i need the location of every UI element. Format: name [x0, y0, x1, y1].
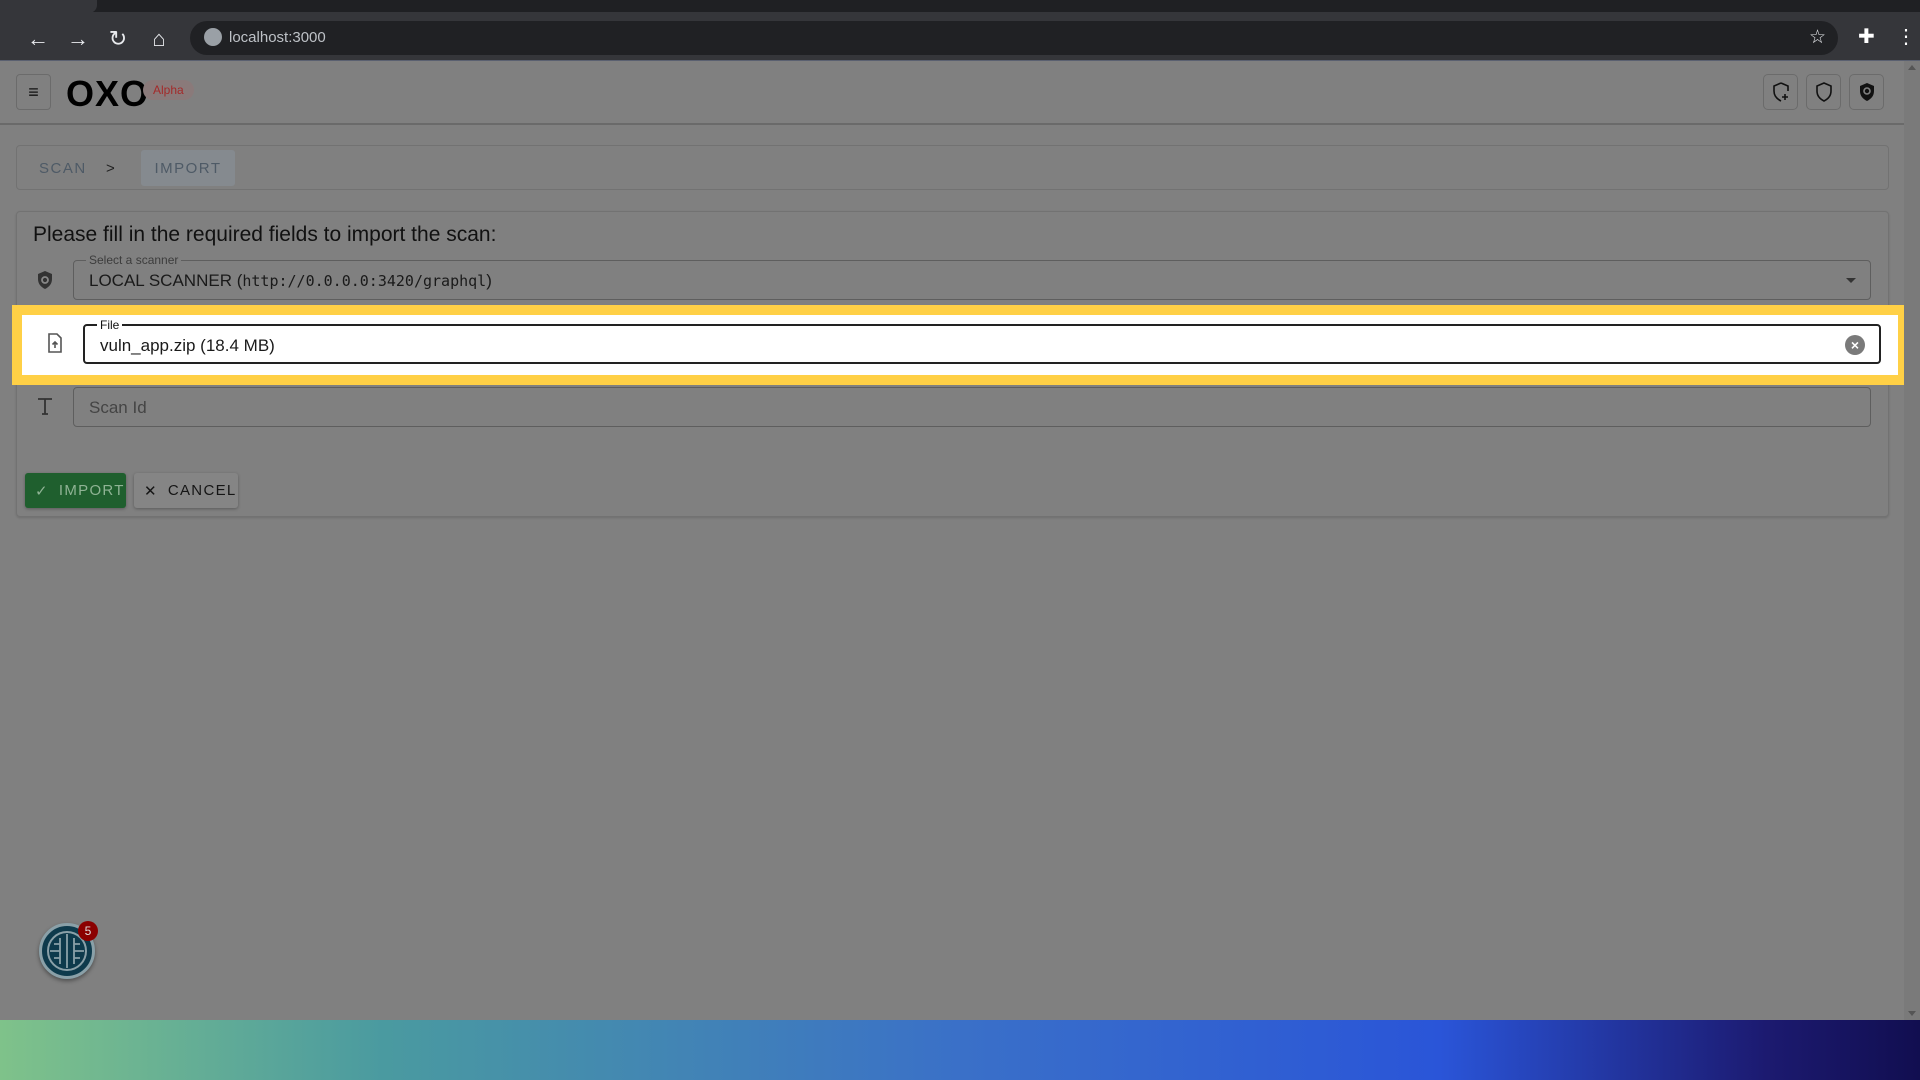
back-icon[interactable]: ← [26, 26, 50, 52]
shield-plus-icon [1772, 82, 1789, 102]
notification-count-badge: 5 [78, 921, 98, 941]
browser-menu-icon[interactable]: ⋮ [1896, 24, 1916, 49]
address-bar[interactable]: localhost:3000 ☆ [190, 21, 1838, 55]
scan-id-placeholder: Scan Id [89, 398, 147, 417]
cancel-button[interactable]: ✕ CANCEL [134, 473, 238, 508]
globe-icon [204, 28, 222, 46]
forward-icon[interactable]: → [66, 26, 90, 52]
scroll-down-icon[interactable] [1908, 1011, 1916, 1016]
import-button-label: IMPORT [58, 482, 125, 499]
form-title: Please fill in the required fields to im… [33, 223, 497, 246]
shield-icon [1815, 82, 1832, 102]
shield-search-icon [38, 271, 52, 289]
hamburger-icon: ≡ [28, 82, 39, 102]
breadcrumb-scan[interactable]: SCAN [39, 160, 87, 177]
file-input-value: vuln_app.zip (18.4 MB) [100, 336, 275, 355]
scrollbar[interactable] [1904, 61, 1920, 1020]
scroll-up-icon[interactable] [1908, 65, 1916, 70]
cancel-button-label: CANCEL [167, 482, 237, 499]
shield-search-icon [1859, 83, 1874, 101]
file-input[interactable]: File vuln_app.zip (18.4 MB) × [83, 318, 1881, 364]
breadcrumb: SCAN > IMPORT [16, 145, 1889, 190]
file-field-highlight: File vuln_app.zip (18.4 MB) × [12, 305, 1908, 385]
extensions-icon[interactable]: ✚ [1858, 24, 1875, 49]
reload-icon[interactable]: ↻ [106, 26, 130, 52]
scanner-select-label: Select a scanner [86, 253, 182, 267]
app-header: ≡ OXO Alpha [0, 61, 1904, 125]
shield-button[interactable] [1806, 74, 1841, 110]
file-input-label: File [97, 318, 123, 332]
scanner-paren: ) [486, 271, 492, 290]
add-scanner-button[interactable] [1763, 74, 1798, 110]
scanner-name: LOCAL SCANNER ( [89, 271, 243, 290]
text-icon [38, 398, 52, 415]
file-upload-icon [48, 333, 62, 353]
check-icon: ✓ [35, 482, 49, 500]
scanner-select-value: LOCAL SCANNER (http://0.0.0.0:3420/graph… [89, 271, 492, 291]
app-logo[interactable]: OXO [66, 73, 149, 115]
home-icon[interactable]: ⌂ [147, 26, 171, 52]
desktop-background [0, 1020, 1920, 1080]
clear-file-icon[interactable]: × [1845, 335, 1865, 355]
import-button[interactable]: ✓ IMPORT [25, 473, 126, 508]
breadcrumb-separator: > [106, 160, 117, 177]
scanner-url: http://0.0.0.0:3420/graphql [242, 272, 487, 290]
browser-toolbar: ← → ↻ ⌂ localhost:3000 ☆ ✚ ⋮ [0, 12, 1920, 61]
menu-button[interactable]: ≡ [16, 74, 51, 110]
scanner-select[interactable]: Select a scanner LOCAL SCANNER (http://0… [73, 253, 1871, 300]
close-icon: ✕ [144, 482, 158, 500]
dropdown-arrow-icon[interactable] [1846, 278, 1856, 283]
bookmark-star-icon[interactable]: ☆ [1809, 26, 1826, 49]
breadcrumb-import[interactable]: IMPORT [141, 160, 235, 177]
alpha-badge: Alpha [143, 80, 194, 100]
scan-id-input[interactable]: Scan Id [73, 387, 1871, 427]
scan-search-button[interactable] [1849, 74, 1884, 110]
url-text: localhost:3000 [229, 29, 326, 46]
